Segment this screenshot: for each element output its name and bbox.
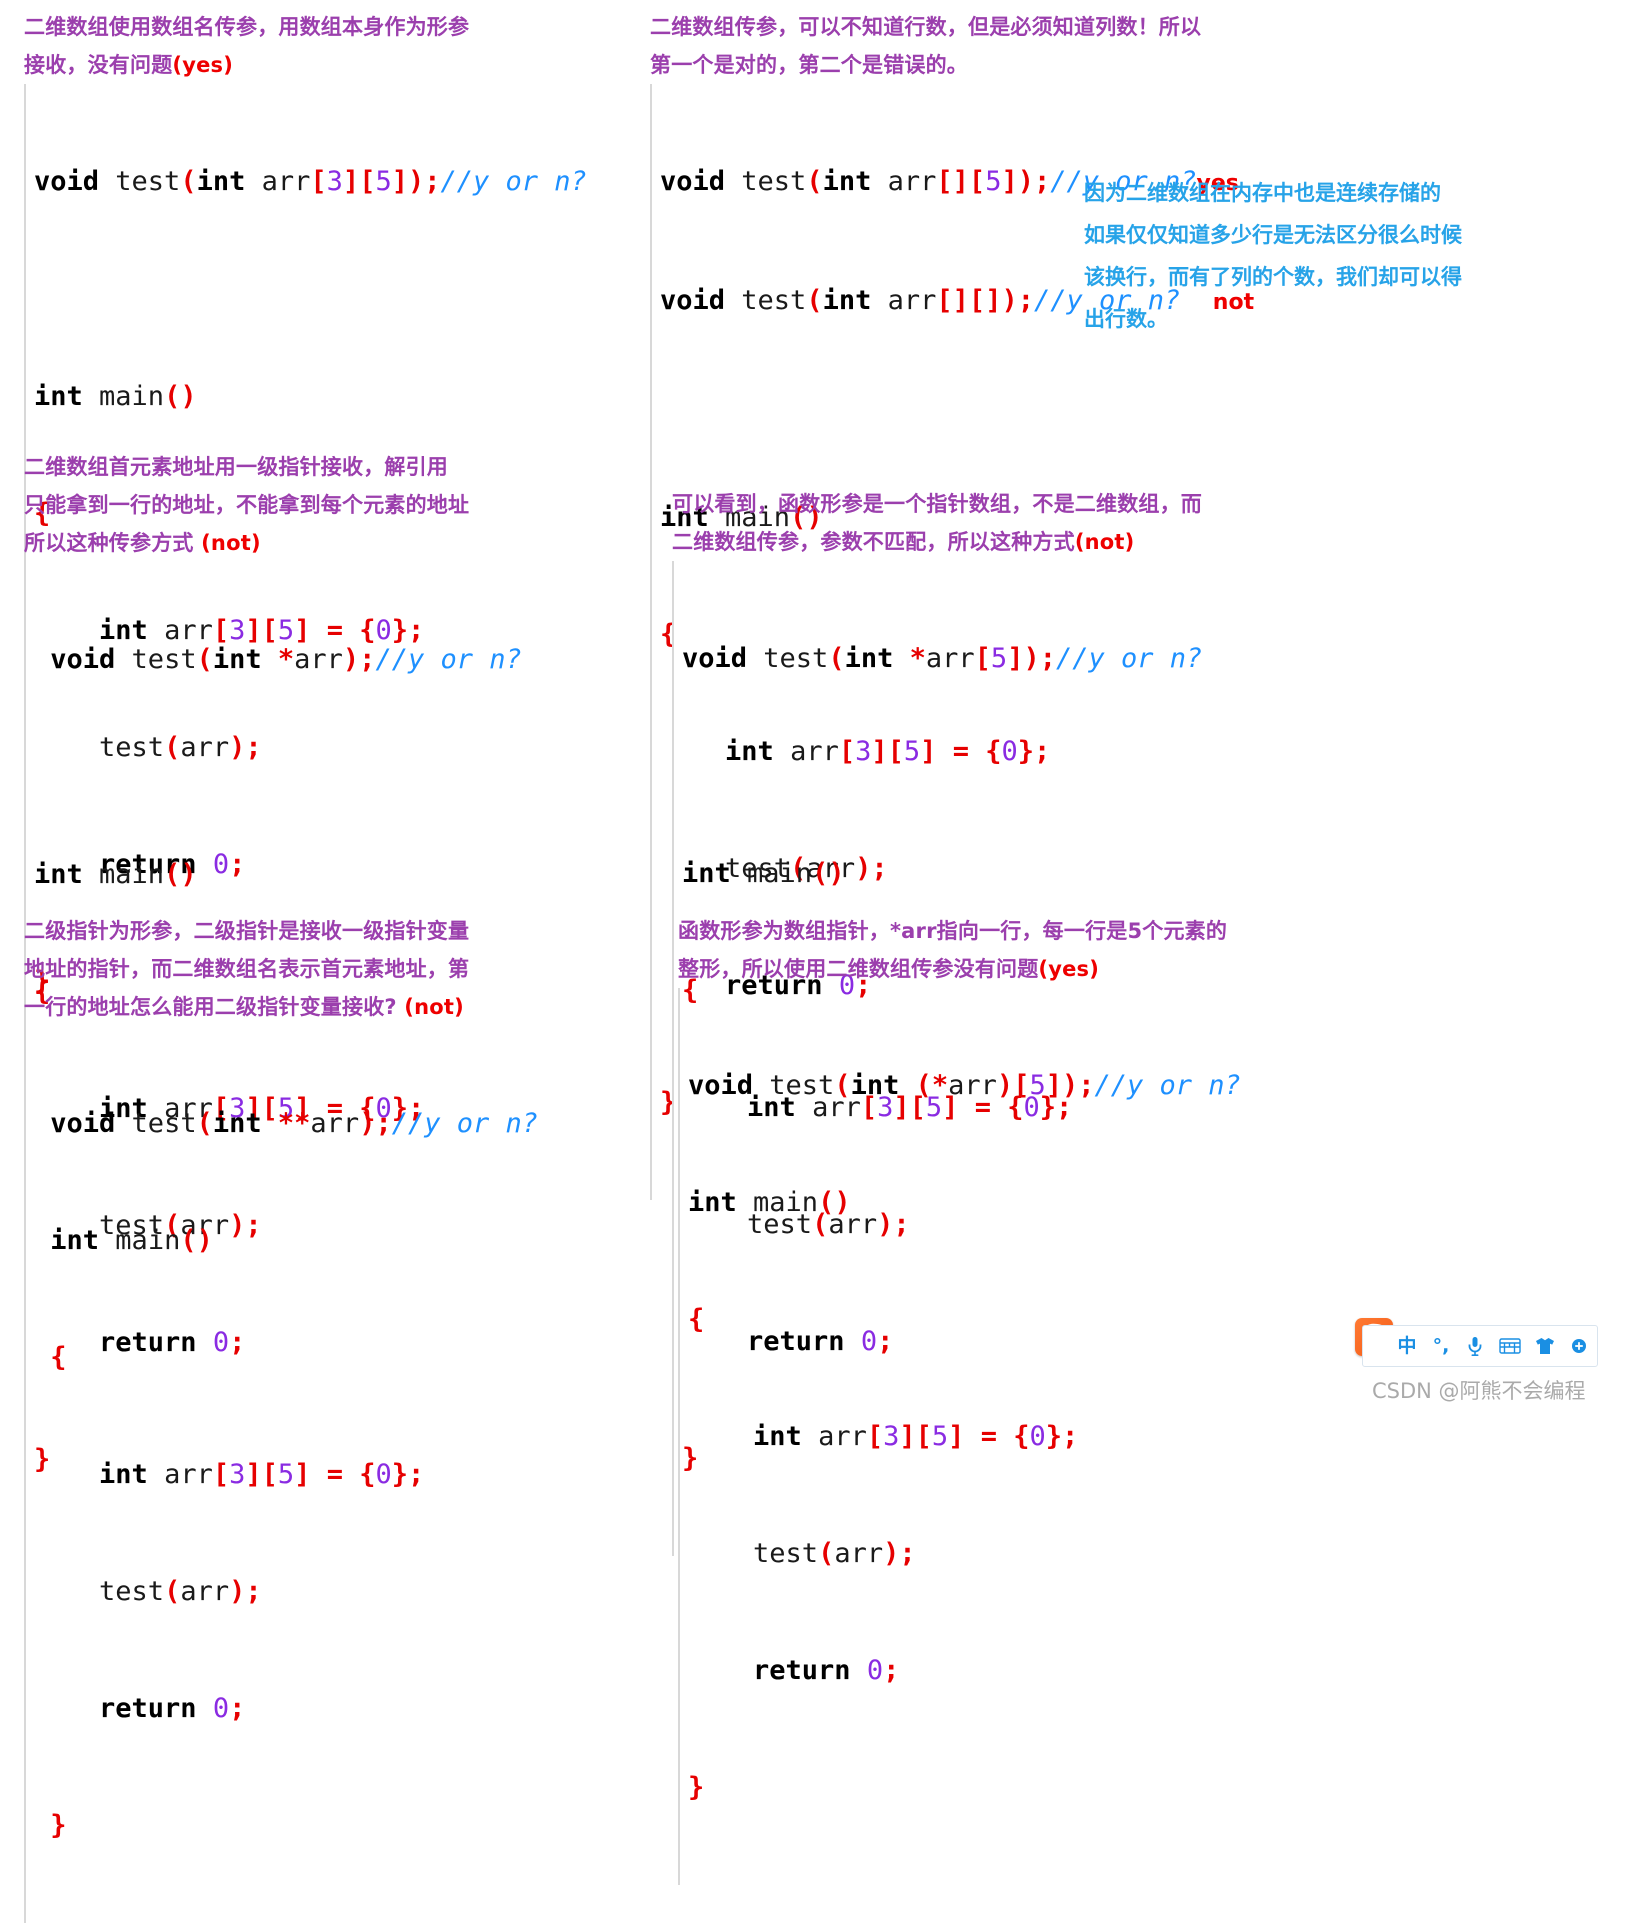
note-line: 二维数组传参，可以不知道行数，但是必须知道列数！所以 [650, 15, 1202, 39]
code-line-brace-open: { [50, 1342, 67, 1373]
code-line-main: int main() [688, 1187, 851, 1218]
code-line-signature: void test(int *arr[5]);//y or n? [682, 643, 1203, 674]
code-block[interactable]: void test(int (*arr)[5]);//y or n? int m… [678, 988, 1378, 1885]
code-block[interactable]: void test(int **arr);//y or n? int main(… [24, 1026, 654, 1923]
verdict-tag: (not) [404, 995, 464, 1019]
verdict-tag: (not) [1074, 530, 1135, 554]
blue-note-line: 出行数。 [1084, 307, 1168, 331]
note-line: 可以看到，函数形参是一个指针数组，不是二维数组，而 [672, 492, 1202, 516]
microphone-icon[interactable] [1465, 1336, 1485, 1356]
panel-array-pointer-param: 函数形参为数组指针，*arr指向一行，每一行是5个元素的 整形，所以使用二维数组… [678, 912, 1378, 1885]
code-spacer [660, 400, 1350, 420]
blue-note-line: 如果仅仅知道多少行是无法区分很么时候 [1084, 223, 1462, 247]
code-line-brace-close: } [50, 1810, 67, 1841]
panel-double-pointer-param: 二级指针为形参，二级指针是接收一级指针变量 地址的指针，而二维数组名表示首元素地… [24, 912, 654, 1923]
panel-note: 二维数组首元素地址用一级指针接收，解引用 只能拿到一行的地址，不能拿到每个元素的… [24, 448, 654, 562]
note-line: 整形，所以使用二维数组传参没有问题(yes) [678, 957, 1100, 981]
note-line: 二维数组首元素地址用一级指针接收，解引用 [24, 455, 448, 479]
code-line-signature: void test(int *arr);//y or n? [50, 644, 522, 675]
code-spacer [34, 279, 654, 299]
csdn-watermark: CSDN @阿熊不会编程 [1372, 1379, 1586, 1403]
note-line: 函数形参为数组指针，*arr指向一行，每一行是5个元素的 [678, 919, 1228, 943]
note-line: 接收，没有问题(yes) [24, 53, 234, 77]
code-line-signature: void test(int **arr);//y or n? [50, 1108, 539, 1139]
code-line-main: int main() [682, 858, 845, 889]
code-line-brace-close: } [688, 1772, 705, 1803]
punctuation-icon[interactable]: °, [1431, 1336, 1451, 1356]
soft-keyboard-icon[interactable] [1499, 1338, 1521, 1354]
panel-note: 二维数组使用数组名传参，用数组本身作为形参 接收，没有问题(yes) [24, 8, 654, 84]
verdict-tag: (yes) [1038, 957, 1100, 981]
note-line: 只能拿到一行的地址，不能拿到每个元素的地址 [24, 493, 470, 517]
code-line-call: test(arr); [753, 1538, 916, 1569]
note-line: 所以这种传参方式 (not) [24, 531, 261, 555]
verdict-tag: (yes) [172, 53, 234, 77]
sogou-ime-toolbar[interactable]: 中 °, [1362, 1325, 1598, 1367]
code-line-main: int main() [34, 381, 197, 412]
code-spacer [34, 757, 654, 777]
panel-note: 函数形参为数组指针，*arr指向一行，每一行是5个元素的 整形，所以使用二维数组… [678, 912, 1378, 988]
code-spacer [682, 756, 1332, 776]
panel-note: 二级指针为形参，二级指针是接收一级指针变量 地址的指针，而二维数组名表示首元素地… [24, 912, 654, 1026]
note-line: 一行的地址怎么能用二级指针变量接收? (not) [24, 995, 464, 1019]
note-line: 地址的指针，而二维数组名表示首元素地址，第 [24, 957, 470, 981]
note-line: 第一个是对的，第二个是错误的。 [650, 53, 968, 77]
code-line-main: int main() [34, 859, 197, 890]
toolbox-icon[interactable] [1569, 1338, 1589, 1354]
blue-note-line: 因为二维数组在内存中也是连续存储的 [1084, 181, 1441, 205]
skin-icon[interactable] [1535, 1337, 1555, 1355]
blue-note-line: 该换行，而有了列的个数，我们却可以得 [1084, 265, 1462, 289]
code-line-signature: void test(int arr[3][5]);//y or n? [34, 166, 587, 197]
note-line: 二级指针为形参，二级指针是接收一级指针变量 [24, 919, 470, 943]
code-line-signature: void test(int (*arr)[5]);//y or n? [688, 1070, 1241, 1101]
note-line: 二维数组传参，参数不匹配，所以这种方式(not) [672, 530, 1135, 554]
code-line-brace-open: { [688, 1304, 705, 1335]
code-line-return: return 0; [753, 1655, 900, 1686]
verdict-tag: (not) [201, 531, 261, 555]
code-line-call: test(arr); [99, 1576, 262, 1607]
code-line-decl: int arr[3][5] = {0}; [99, 1459, 425, 1490]
code-line-return: return 0; [99, 1693, 246, 1724]
code-line-decl: int arr[3][5] = {0}; [753, 1421, 1079, 1452]
panel-note: 可以看到，函数形参是一个指针数组，不是二维数组，而 二维数组传参，参数不匹配，所… [672, 485, 1332, 561]
blue-explanation-note: 因为二维数组在内存中也是连续存储的 如果仅仅知道多少行是无法区分很么时候 该换行… [1084, 172, 1462, 340]
note-line: 二维数组使用数组名传参，用数组本身作为形参 [24, 15, 470, 39]
panel-note: 二维数组传参，可以不知道行数，但是必须知道列数！所以 第一个是对的，第二个是错误… [650, 8, 1350, 84]
code-line-main: int main() [50, 1225, 213, 1256]
chinese-mode-icon[interactable]: 中 [1397, 1336, 1417, 1356]
